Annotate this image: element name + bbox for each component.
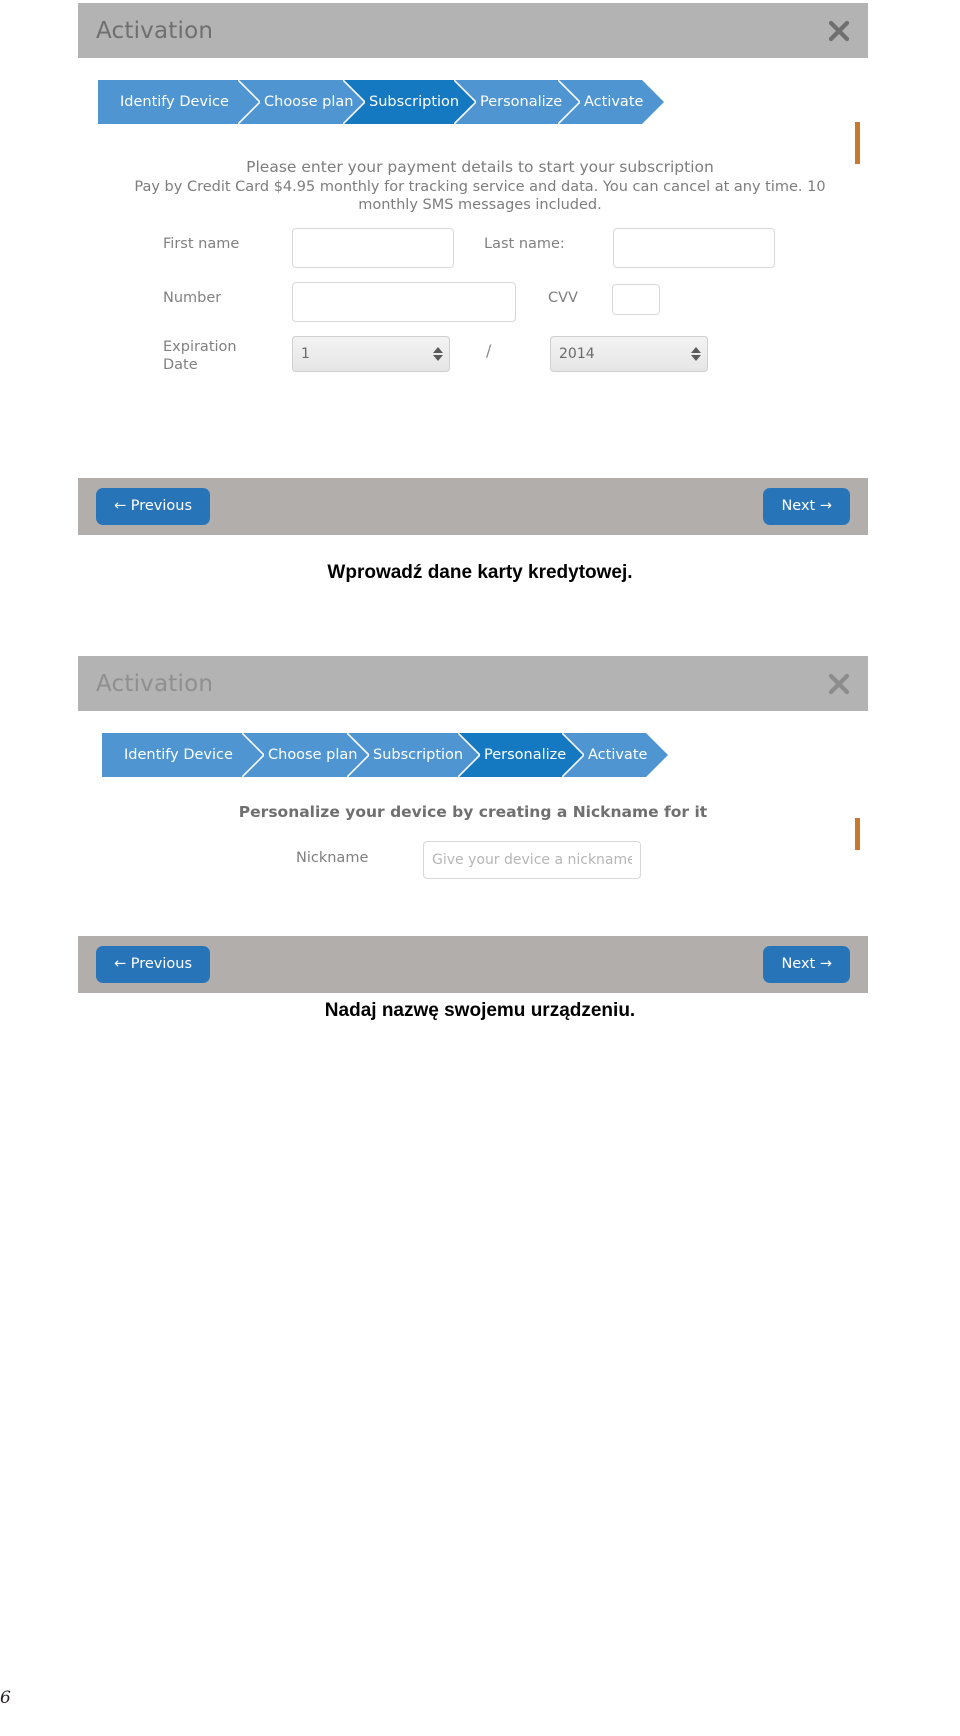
cvv-label: CVV	[548, 290, 578, 306]
last-name-label: Last name:	[484, 236, 565, 252]
next-button[interactable]: Next →	[763, 488, 850, 525]
activation-modal-subscription: Activation Identify Device Choose plan S…	[78, 3, 868, 535]
expiration-separator: /	[486, 341, 492, 360]
previous-button[interactable]: ← Previous	[96, 488, 211, 525]
chevron-right-icon	[646, 733, 668, 777]
wizard-step-label: Subscription	[369, 94, 460, 110]
modal-body: Identify Device Choose plan Subscription…	[78, 58, 868, 478]
wizard-step-identify-device[interactable]: Identify Device	[98, 80, 260, 124]
wizard-step-label: Subscription	[373, 747, 464, 763]
nickname-label: Nickname	[296, 850, 369, 866]
caret-down-icon	[690, 355, 701, 361]
page-edge-artifact	[855, 122, 860, 164]
stepper-arrows-icon[interactable]	[432, 344, 443, 364]
modal-header: Activation	[78, 3, 868, 58]
wizard-steps: Identify Device Choose plan Subscription…	[102, 733, 668, 777]
personalize-heading: Personalize your device by creating a Ni…	[238, 803, 708, 821]
caret-down-icon	[432, 355, 443, 361]
first-name-label: First name	[163, 236, 240, 252]
last-name-input[interactable]	[613, 228, 775, 268]
next-button[interactable]: Next →	[763, 946, 850, 983]
card-number-input[interactable]	[292, 282, 516, 322]
form-row-names: First name Last name:	[78, 228, 868, 268]
expiration-date-label-line-2: Date	[163, 356, 198, 373]
wizard-step-label: Personalize	[484, 747, 567, 763]
wizard-step-label: Identify Device	[124, 747, 233, 763]
payment-intro-line-2: Pay by Credit Card $4.95 monthly for tra…	[134, 178, 826, 214]
chevron-right-icon	[642, 80, 664, 124]
first-name-input[interactable]	[292, 228, 454, 268]
wizard-step-identify-device[interactable]: Identify Device	[102, 733, 264, 777]
card-number-label: Number	[163, 290, 222, 306]
payment-intro: Please enter your payment details to sta…	[100, 158, 860, 215]
chevron-right-icon	[242, 733, 264, 777]
wizard-step-label: Personalize	[480, 94, 563, 110]
caret-up-icon	[690, 347, 701, 353]
expiration-date-label-line-1: Expiration	[163, 339, 237, 355]
stepper-arrows-icon[interactable]	[690, 344, 701, 364]
wizard-step-label: Choose plan	[264, 94, 354, 110]
expiration-year-select[interactable]: 2014	[550, 336, 708, 372]
wizard-step-label: Activate	[584, 94, 644, 110]
nickname-input[interactable]	[423, 841, 641, 879]
caption-nickname: Nadaj nazwę swojemu urządzeniu.	[324, 1000, 636, 1021]
page-number: 6	[0, 1688, 11, 1708]
wizard-steps: Identify Device Choose plan Subscription…	[98, 80, 664, 124]
page-edge-artifact	[855, 818, 860, 850]
payment-intro-line-1: Please enter your payment details to sta…	[246, 158, 714, 176]
form-row-expiration: Expiration Date 1 / 2014	[78, 336, 868, 380]
activation-modal-personalize: Activation Identify Device Choose plan S…	[78, 656, 868, 993]
previous-button[interactable]: ← Previous	[96, 946, 211, 983]
chevron-right-icon	[238, 80, 260, 124]
form-row-nickname: Nickname	[78, 841, 868, 881]
caret-up-icon	[432, 347, 443, 353]
modal-footer: ← Previous Next →	[78, 478, 868, 535]
wizard-step-label: Choose plan	[268, 747, 358, 763]
expiration-month-value: 1	[301, 346, 310, 362]
cvv-input[interactable]	[612, 284, 660, 315]
expiration-year-value: 2014	[559, 346, 595, 362]
modal-body: Identify Device Choose plan Subscription…	[78, 711, 868, 936]
expiration-month-select[interactable]: 1	[292, 336, 450, 372]
page-title: Activation	[96, 670, 214, 697]
expiration-date-label: Expiration Date	[163, 339, 237, 374]
caption-credit-card: Wprowadź dane karty kredytowej.	[327, 562, 633, 583]
page-title: Activation	[96, 17, 214, 44]
close-icon[interactable]	[828, 673, 850, 695]
wizard-step-label: Identify Device	[120, 94, 229, 110]
close-icon[interactable]	[828, 20, 850, 42]
modal-footer: ← Previous Next →	[78, 936, 868, 993]
wizard-step-label: Activate	[588, 747, 648, 763]
form-row-card-number: Number CVV	[78, 282, 868, 322]
modal-header: Activation	[78, 656, 868, 711]
